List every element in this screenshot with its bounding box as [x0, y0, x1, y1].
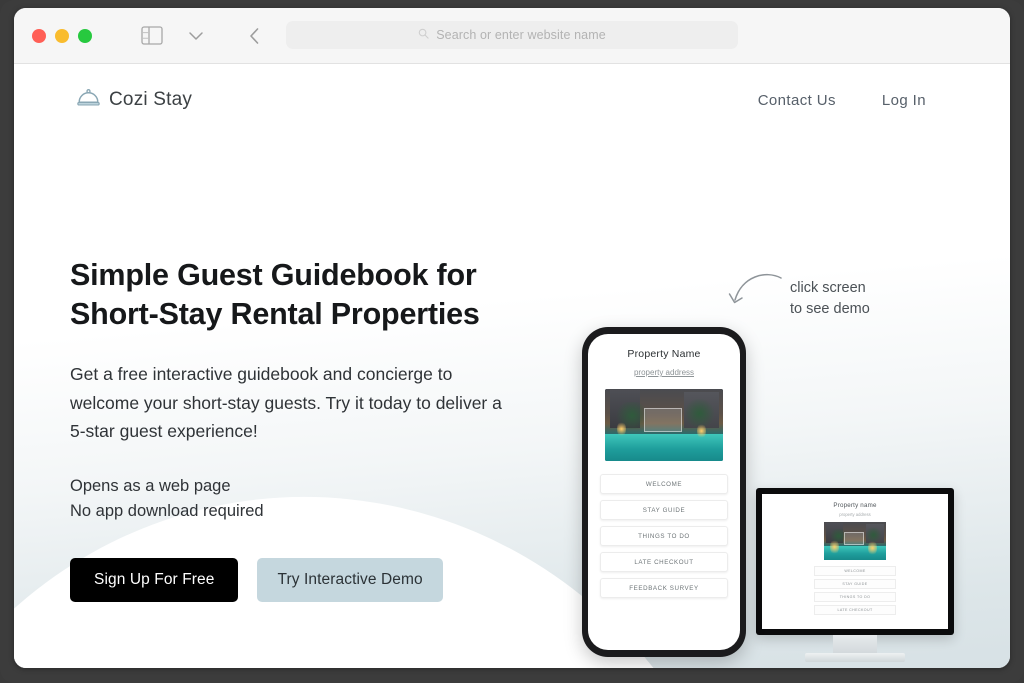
browser-toolbar-controls [140, 24, 310, 48]
chevron-left-icon[interactable] [242, 24, 266, 48]
phone-screen[interactable]: Property Name property address WELCOME S… [588, 334, 740, 650]
phone-menu-list: WELCOME STAY GUIDE THINGS TO DO LATE CHE… [598, 474, 730, 598]
nav-link-contact-us[interactable]: Contact Us [758, 92, 836, 109]
service-bell-icon [76, 86, 101, 115]
monitor-menu-item-stay-guide[interactable]: STAY GUIDE [814, 579, 896, 589]
phone-menu-item-welcome[interactable]: WELCOME [600, 474, 728, 494]
monitor-base [805, 653, 905, 662]
monitor-property-photo [824, 522, 886, 560]
zoom-window-button[interactable] [78, 28, 92, 43]
sidebar-icon[interactable] [140, 24, 164, 48]
address-bar[interactable]: Search or enter website name [286, 21, 738, 49]
close-window-button[interactable] [32, 28, 46, 43]
monitor-neck [833, 635, 877, 653]
site-header: Cozi Stay Contact Us Log In [14, 64, 1010, 136]
phone-menu-item-late-checkout[interactable]: LATE CHECKOUT [600, 552, 728, 572]
chevron-down-icon[interactable] [184, 24, 208, 48]
browser-toolbar: Search or enter website name [14, 8, 1010, 64]
monitor-screen[interactable]: Property name property address WELCOME S… [762, 494, 948, 629]
monitor-menu-item-things-to-do[interactable]: THINGS TO DO [814, 592, 896, 602]
monitor-property-name: Property name [833, 502, 877, 509]
hero-cta-group: Sign Up For Free Try Interactive Demo [70, 557, 540, 602]
phone-property-photo [605, 389, 723, 461]
demo-callout: click screen to see demo [726, 272, 870, 319]
monitor-frame: Property name property address WELCOME S… [756, 488, 954, 635]
hero-note: Opens as a web page No app download requ… [70, 474, 540, 525]
monitor-menu-item-late-checkout[interactable]: LATE CHECKOUT [814, 605, 896, 615]
window-traffic-lights [32, 28, 92, 43]
monitor-property-address[interactable]: property address [768, 512, 942, 517]
phone-menu-item-feedback-survey[interactable]: FEEDBACK SURVEY [600, 578, 728, 598]
hero-note-line-2: No app download required [70, 502, 264, 521]
hero-section: Simple Guest Guidebook for Short-Stay Re… [70, 256, 540, 602]
browser-window: Search or enter website name Cozi Stay C… [14, 8, 1010, 668]
site-nav: Contact Us Log In [758, 92, 970, 109]
monitor-mockup[interactable]: Property name property address WELCOME S… [756, 488, 954, 662]
brand-logo[interactable]: Cozi Stay [76, 86, 192, 115]
phone-property-address-link[interactable]: property address [598, 368, 730, 377]
desktop-window-frame: Search or enter website name Cozi Stay C… [0, 0, 1024, 683]
monitor-menu-list: WELCOME STAY GUIDE THINGS TO DO LATE CHE… [814, 566, 896, 615]
search-icon [418, 26, 429, 44]
sign-up-for-free-button[interactable]: Sign Up For Free [70, 557, 239, 602]
phone-property-name: Property Name [627, 348, 701, 360]
phone-menu-item-stay-guide[interactable]: STAY GUIDE [600, 500, 728, 520]
monitor-menu-item-welcome[interactable]: WELCOME [814, 566, 896, 576]
page-title: Simple Guest Guidebook for Short-Stay Re… [70, 258, 480, 331]
hero-subtitle: Get a free interactive guidebook and con… [70, 364, 502, 442]
callout-text: click screen to see demo [790, 280, 870, 317]
hero-note-line-1: Opens as a web page [70, 476, 231, 495]
web-page-content: Cozi Stay Contact Us Log In Simple Guest… [14, 64, 1010, 668]
brand-name: Cozi Stay [109, 89, 193, 110]
phone-mockup[interactable]: Property Name property address WELCOME S… [582, 327, 746, 657]
address-bar-placeholder: Search or enter website name [436, 28, 606, 42]
minimize-window-button[interactable] [55, 28, 69, 43]
curved-arrow-icon [726, 272, 784, 319]
phone-menu-item-things-to-do[interactable]: THINGS TO DO [600, 526, 728, 546]
try-interactive-demo-button[interactable]: Try Interactive Demo [257, 557, 443, 602]
nav-link-log-in[interactable]: Log In [882, 92, 926, 109]
